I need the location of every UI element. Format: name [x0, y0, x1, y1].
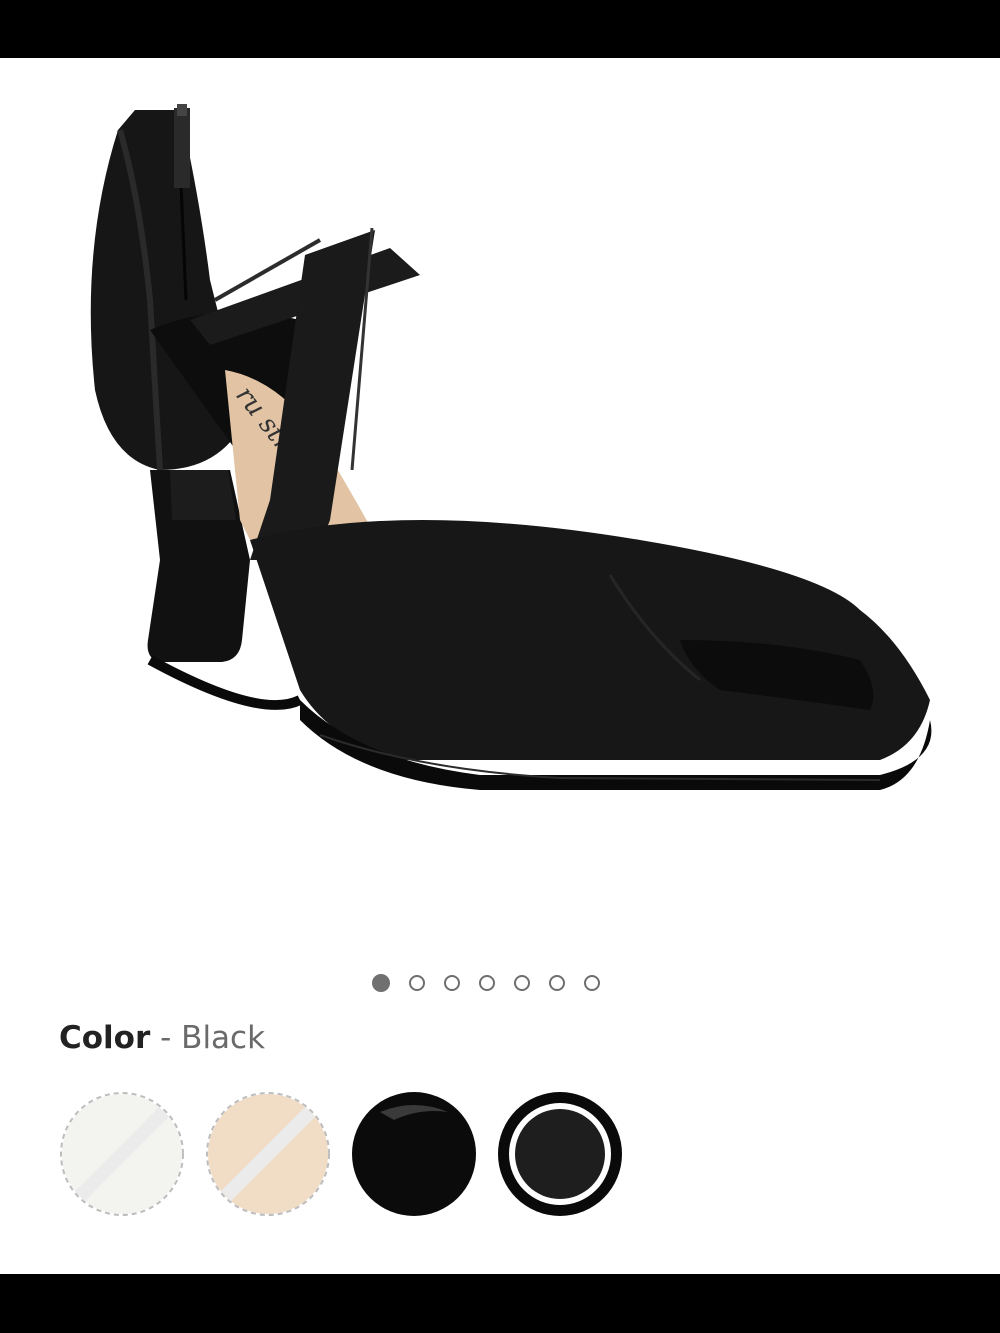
carousel-pagination: [372, 974, 600, 995]
color-label-separator: -: [160, 1020, 172, 1056]
carousel-dot[interactable]: [549, 975, 565, 991]
color-swatch[interactable]: [58, 1090, 186, 1218]
carousel-dot[interactable]: [409, 975, 425, 991]
navigation-bar: [0, 1274, 1000, 1333]
color-swatch[interactable]: [350, 1090, 478, 1218]
carousel-dot[interactable]: [372, 974, 390, 992]
carousel-dot[interactable]: [584, 975, 600, 991]
selected-color-value: Black: [181, 1020, 266, 1056]
color-swatch[interactable]: [204, 1090, 332, 1218]
color-label-title: Color: [59, 1020, 151, 1056]
color-swatch[interactable]: [496, 1090, 624, 1218]
status-bar: [0, 0, 1000, 58]
carousel-dot[interactable]: [479, 975, 495, 991]
carousel-dot[interactable]: [514, 975, 530, 991]
carousel-dot[interactable]: [444, 975, 460, 991]
color-label: Color - Black: [59, 1020, 265, 1056]
product-image[interactable]: ru street: [0, 58, 1000, 938]
